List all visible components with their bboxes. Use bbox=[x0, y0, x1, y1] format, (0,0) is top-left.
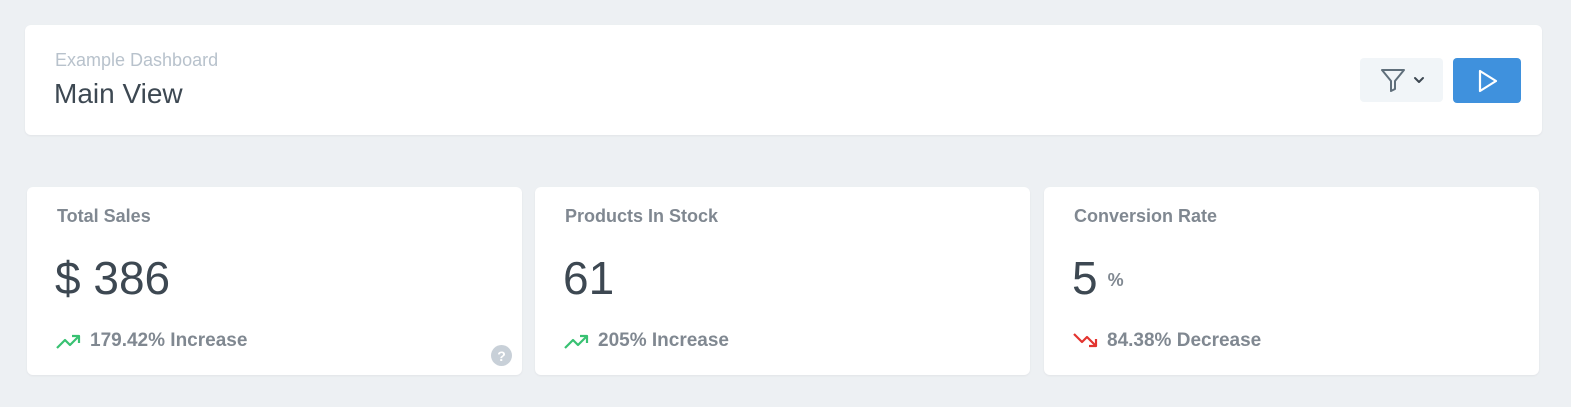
filter-button[interactable] bbox=[1360, 58, 1443, 102]
dashboard-header: Example Dashboard Main View bbox=[25, 25, 1542, 135]
metric-value: $ 386 bbox=[55, 255, 180, 301]
metric-change-text: 179.42% Increase bbox=[90, 330, 248, 351]
metric-card-products-in-stock: Products In Stock 61 205% Increase bbox=[535, 187, 1030, 375]
metric-title: Conversion Rate bbox=[1074, 206, 1218, 226]
metric-number: 5 bbox=[1072, 252, 1098, 304]
page-title: Main View bbox=[54, 78, 183, 109]
play-icon bbox=[1478, 69, 1498, 92]
trending-up-icon bbox=[56, 334, 81, 349]
metric-change: 205% Increase bbox=[564, 331, 729, 350]
metric-change: 84.38% Decrease bbox=[1073, 331, 1261, 350]
metric-change: 179.42% Increase bbox=[56, 331, 247, 350]
chevron-down-icon bbox=[1413, 77, 1424, 83]
metric-change-text: 205% Increase bbox=[598, 330, 729, 351]
metric-card-total-sales: Total Sales $ 386 179.42% Increase ? bbox=[27, 187, 522, 375]
metric-value: 61 bbox=[563, 255, 624, 301]
metric-change-text: 84.38% Decrease bbox=[1107, 330, 1262, 351]
metric-title: Total Sales bbox=[57, 206, 151, 226]
trending-up-icon bbox=[564, 334, 589, 349]
metric-suffix: % bbox=[1107, 270, 1124, 290]
metric-number: $ 386 bbox=[55, 252, 171, 304]
filter-icon bbox=[1380, 69, 1405, 92]
metric-card-conversion-rate: Conversion Rate 5 % 84.38% Decrease bbox=[1044, 187, 1539, 375]
metric-title: Products In Stock bbox=[565, 206, 719, 226]
metric-value: 5 % bbox=[1072, 255, 1124, 301]
metric-number: 61 bbox=[563, 252, 615, 304]
trending-down-icon bbox=[1073, 332, 1098, 347]
help-icon[interactable]: ? bbox=[491, 345, 512, 366]
breadcrumb[interactable]: Example Dashboard bbox=[55, 51, 218, 69]
run-button[interactable] bbox=[1453, 58, 1521, 103]
